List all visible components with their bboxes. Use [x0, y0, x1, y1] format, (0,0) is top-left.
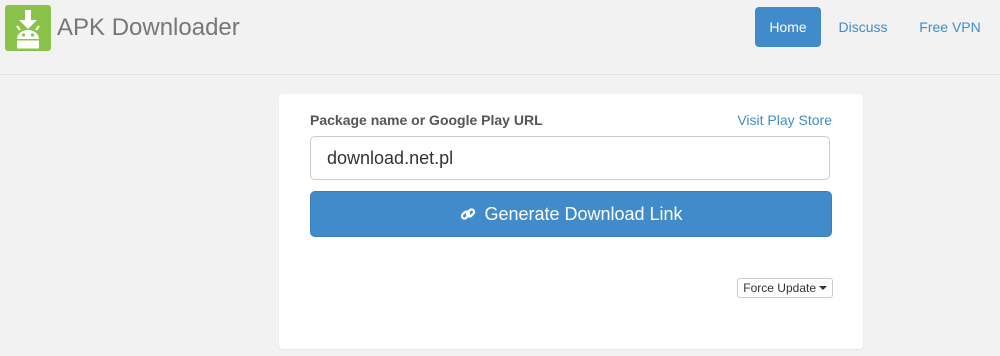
nav-discuss[interactable]: Discuss — [828, 7, 898, 47]
top-navbar: APK Downloader Home Discuss Free VPN — [0, 0, 1000, 75]
generate-download-link-button[interactable]: Generate Download Link — [310, 191, 832, 237]
visit-play-store-link[interactable]: Visit Play Store — [737, 112, 832, 128]
link-icon — [461, 208, 476, 220]
package-field-label: Package name or Google Play URL — [310, 112, 543, 128]
package-input[interactable] — [310, 136, 830, 180]
nav-home[interactable]: Home — [755, 7, 821, 47]
force-update-label: Force Update — [743, 281, 816, 295]
generate-button-label: Generate Download Link — [484, 203, 683, 224]
download-form-card: Package name or Google Play URL Visit Pl… — [279, 94, 863, 349]
force-update-dropdown[interactable]: Force Update — [737, 278, 833, 298]
brand-title[interactable]: APK Downloader — [57, 14, 240, 42]
caret-down-icon — [819, 286, 827, 290]
nav-free-vpn[interactable]: Free VPN — [910, 7, 990, 47]
android-download-icon[interactable] — [5, 5, 51, 51]
